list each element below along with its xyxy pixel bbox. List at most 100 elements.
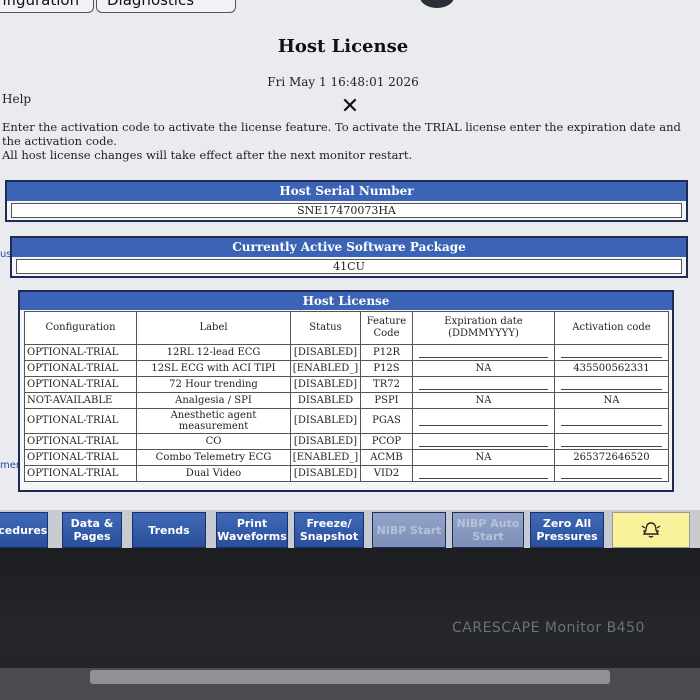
cell-config: OPTIONAL-TRIAL <box>24 465 137 482</box>
table-row: OPTIONAL-TRIAL Combo Telemetry ECG [ENAB… <box>24 449 669 466</box>
freeze-snapshot-button[interactable]: Freeze/ Snapshot <box>294 512 364 548</box>
expiration-input[interactable] <box>419 416 548 426</box>
table-header-row: Configuration Label Status Feature Code … <box>24 311 669 345</box>
ge-logo-icon <box>420 0 454 8</box>
col-activation: Activation code <box>554 311 669 345</box>
cell-config: OPTIONAL-TRIAL <box>24 449 137 466</box>
cell-code: VID2 <box>360 465 413 482</box>
cell-status[interactable]: [ENABLED_] <box>290 449 361 466</box>
cell-status[interactable]: [DISABLED] <box>290 376 361 393</box>
activation-input[interactable] <box>561 437 662 447</box>
cell-activation: NA <box>554 392 669 409</box>
cell-label: CO <box>136 433 291 450</box>
cell-status[interactable]: [DISABLED] <box>290 433 361 450</box>
cell-code: ACMB <box>360 449 413 466</box>
col-feature-code: Feature Code <box>360 311 413 345</box>
activation-input[interactable] <box>561 416 662 426</box>
cell-expiration: NA <box>412 449 555 466</box>
cell-expiration: NA <box>412 360 555 377</box>
cell-activation: 435500562331 <box>554 360 669 377</box>
cell-code: PGAS <box>360 408 413 434</box>
col-status: Status <box>290 311 361 345</box>
table-row: NOT-AVAILABLE Analgesia / SPI DISABLED P… <box>24 392 669 409</box>
cell-activation[interactable] <box>554 465 669 482</box>
table-row: OPTIONAL-TRIAL 12SL ECG with ACI TIPI [E… <box>24 360 669 377</box>
instructions-line2: All host license changes will take effec… <box>2 148 413 162</box>
cell-label: Dual Video <box>136 465 291 482</box>
cell-label: Anesthetic agent measurement <box>136 408 291 434</box>
datetime-label: Fri May 1 16:48:01 2026 <box>267 75 419 89</box>
cell-label: Combo Telemetry ECG <box>136 449 291 466</box>
cell-config: OPTIONAL-TRIAL <box>24 344 137 361</box>
tab-diagnostics[interactable]: Diagnostics <box>96 0 236 13</box>
cell-expiration[interactable] <box>412 408 555 434</box>
cell-config: OPTIONAL-TRIAL <box>24 376 137 393</box>
cell-config: NOT-AVAILABLE <box>24 392 137 409</box>
software-package-panel: Currently Active Software Package 41CU <box>10 236 688 278</box>
brand-label: CARESCAPE Monitor B450 <box>452 620 645 636</box>
cell-status[interactable]: [DISABLED] <box>290 408 361 434</box>
cell-expiration[interactable] <box>412 433 555 450</box>
cell-expiration[interactable] <box>412 344 555 361</box>
cell-status: DISABLED <box>290 392 361 409</box>
cell-status[interactable]: [DISABLED] <box>290 465 361 482</box>
cell-label: 72 Hour trending <box>136 376 291 393</box>
cell-activation[interactable] <box>554 408 669 434</box>
cell-label: 12RL 12-lead ECG <box>136 344 291 361</box>
cell-expiration[interactable] <box>412 465 555 482</box>
trends-button[interactable]: Trends <box>132 512 206 548</box>
help-link[interactable]: Help <box>2 92 31 106</box>
base-highlight <box>90 670 610 684</box>
cell-code: P12S <box>360 360 413 377</box>
cell-status[interactable]: [ENABLED_] <box>290 360 361 377</box>
zero-all-pressures-button[interactable]: Zero All Pressures <box>530 512 604 548</box>
cell-status[interactable]: [DISABLED] <box>290 344 361 361</box>
procedures-button[interactable]: ocedures <box>0 512 48 548</box>
col-label: Label <box>136 311 291 345</box>
print-waveforms-button[interactable]: Print Waveforms <box>216 512 288 548</box>
table-row: OPTIONAL-TRIAL 72 Hour trending [DISABLE… <box>24 376 669 393</box>
close-icon[interactable]: ✕ <box>338 93 362 121</box>
host-serial-header: Host Serial Number <box>7 182 686 201</box>
activation-input[interactable] <box>561 380 662 390</box>
activation-input[interactable] <box>561 348 662 358</box>
host-license-header: Host License <box>20 292 672 310</box>
cell-expiration[interactable] <box>412 376 555 393</box>
expiration-input[interactable] <box>419 437 548 447</box>
nibp-auto-start-button[interactable]: NIBP Auto Start <box>452 512 524 548</box>
page-title: Host License <box>277 36 409 57</box>
cell-activation[interactable] <box>554 433 669 450</box>
expiration-input[interactable] <box>419 469 548 479</box>
cell-config: OPTIONAL-TRIAL <box>24 360 137 377</box>
softkey-bar: ocedures Data & Pages Trends Print Wavef… <box>0 510 700 548</box>
cell-activation[interactable] <box>554 376 669 393</box>
data-pages-button[interactable]: Data & Pages <box>62 512 122 548</box>
col-expiration: Expiration date (DDMMYYYY) <box>412 311 555 345</box>
cell-config: OPTIONAL-TRIAL <box>24 408 137 434</box>
activation-input[interactable] <box>561 469 662 479</box>
alarm-bell-glyph-icon <box>641 522 661 538</box>
cell-activation: 265372646520 <box>554 449 669 466</box>
alarm-bell-icon[interactable] <box>612 512 690 548</box>
cell-code: TR72 <box>360 376 413 393</box>
instructions-line1: Enter the activation code to activate th… <box>2 120 681 148</box>
license-table: Configuration Label Status Feature Code … <box>24 311 669 482</box>
cell-activation[interactable] <box>554 344 669 361</box>
col-configuration: Configuration <box>24 311 137 345</box>
cell-code: PCOP <box>360 433 413 450</box>
nibp-start-button[interactable]: NIBP Start <box>372 512 446 548</box>
instructions-text: Enter the activation code to activate th… <box>2 120 694 162</box>
table-row: OPTIONAL-TRIAL 12RL 12-lead ECG [DISABLE… <box>24 344 669 361</box>
tab-configuration[interactable]: nfiguration <box>0 0 94 13</box>
cell-label: Analgesia / SPI <box>136 392 291 409</box>
cell-code: P12R <box>360 344 413 361</box>
table-row: OPTIONAL-TRIAL Anesthetic agent measurem… <box>24 408 669 434</box>
host-license-panel: Host License Configuration Label Status … <box>18 290 674 492</box>
software-package-header: Currently Active Software Package <box>12 238 686 257</box>
expiration-input[interactable] <box>419 348 548 358</box>
host-serial-panel: Host Serial Number SNE17470073HA <box>5 180 688 222</box>
table-row: OPTIONAL-TRIAL Dual Video [DISABLED] VID… <box>24 465 669 482</box>
cell-expiration: NA <box>412 392 555 409</box>
expiration-input[interactable] <box>419 380 548 390</box>
cell-code: PSPI <box>360 392 413 409</box>
